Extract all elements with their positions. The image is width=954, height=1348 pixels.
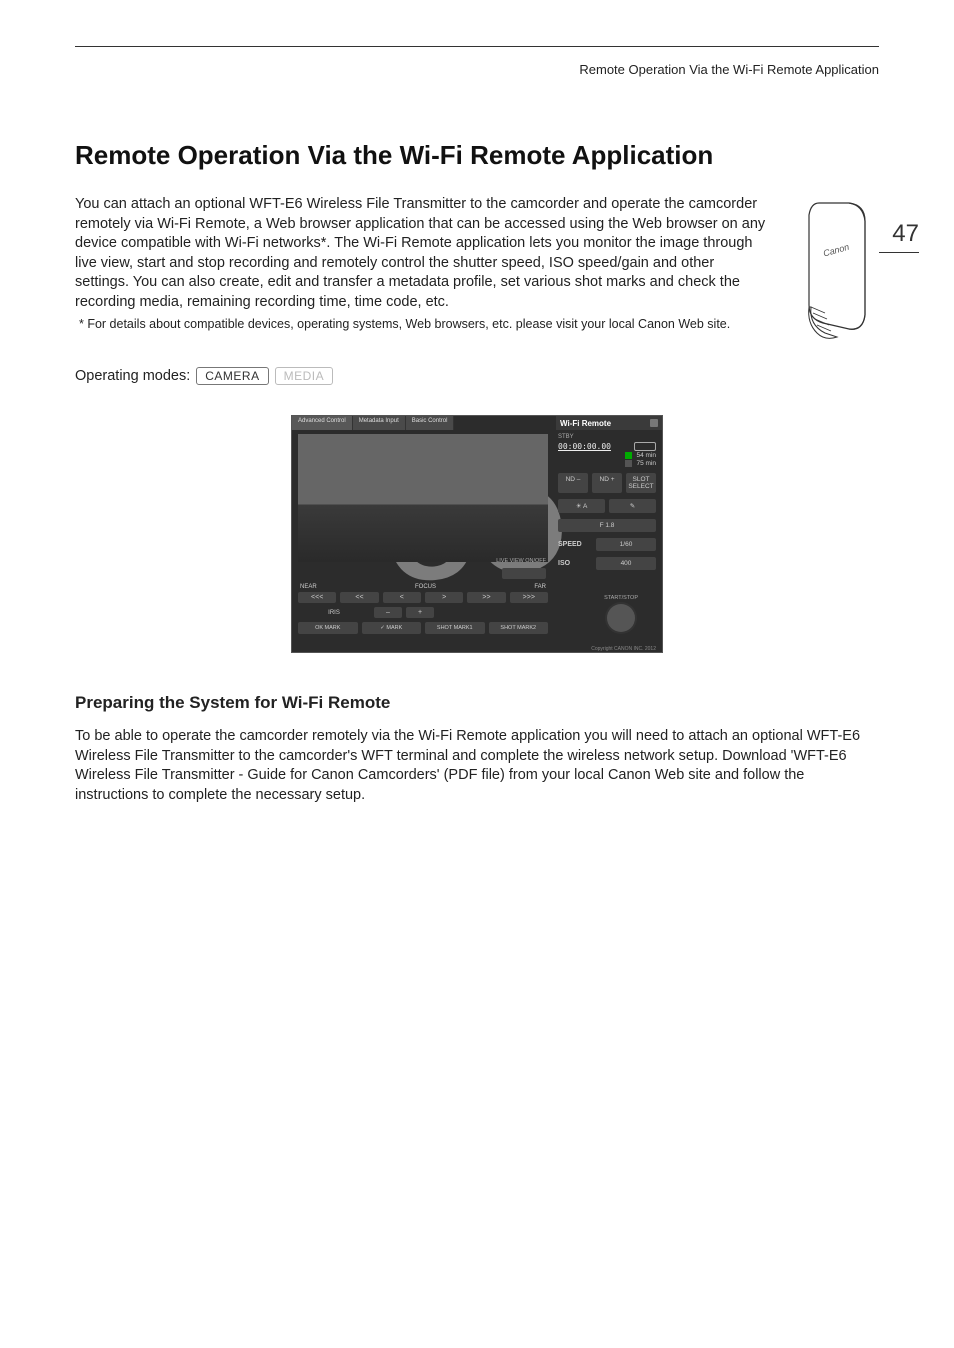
focus-far-1-button[interactable]: > — [425, 592, 463, 603]
wb-set-button[interactable]: ✎ — [609, 499, 656, 513]
focus-far-3-button[interactable]: >>> — [510, 592, 548, 603]
focus-labels: NEAR FOCUS FAR — [298, 584, 548, 592]
section-heading-preparing: Preparing the System for Wi-Fi Remote — [75, 693, 879, 713]
focus-far-label: FAR — [534, 584, 546, 590]
content: Remote Operation Via the Wi-Fi Remote Ap… — [75, 140, 879, 805]
tab-basic-control[interactable]: Basic Control — [406, 416, 455, 430]
iris-minus-button[interactable]: – — [374, 607, 402, 618]
remote-copyright: Copyright CANON INC. 2012 — [591, 646, 656, 652]
focus-buttons: <<< << < > >> >>> — [298, 592, 548, 603]
iso-button[interactable]: 400 — [596, 557, 656, 570]
speed-button[interactable]: 1/60 — [596, 538, 656, 551]
mark-row: OK MARK ✓ MARK SHOT MARK1 SHOT MARK2 — [298, 622, 548, 634]
focus-near-label: NEAR — [300, 584, 317, 590]
svg-text:Canon: Canon — [822, 242, 850, 259]
mode-media-badge: MEDIA — [275, 367, 334, 385]
timecode-value: 00:00:00.00 — [558, 442, 611, 451]
remote-title: Wi-Fi Remote — [560, 419, 611, 428]
mode-camera-badge: CAMERA — [196, 367, 268, 385]
page-number: 47 — [879, 220, 919, 248]
page-title: Remote Operation Via the Wi-Fi Remote Ap… — [75, 140, 879, 171]
remote-controls: LIVE VIEW ON/OFF NEAR FOCUS FAR <<< << <… — [298, 584, 548, 634]
slot-b-icon — [625, 460, 632, 467]
live-view-area — [298, 434, 548, 562]
running-header: Remote Operation Via the Wi-Fi Remote Ap… — [579, 62, 879, 77]
focus-near-1-button[interactable]: < — [383, 592, 421, 603]
operating-modes-label: Operating modes: — [75, 368, 190, 384]
check-mark-button[interactable]: ✓ MARK — [362, 622, 422, 634]
page: Remote Operation Via the Wi-Fi Remote Ap… — [0, 0, 954, 1348]
focus-center-label: FOCUS — [415, 584, 436, 590]
iris-row: IRIS – + — [298, 607, 548, 618]
remote-title-bar: Wi-Fi Remote — [556, 416, 662, 430]
status-text: STBY — [558, 434, 656, 440]
remote-main-panel: LIVE VIEW ON/OFF NEAR FOCUS FAR <<< << <… — [292, 430, 554, 642]
ok-mark-button[interactable]: OK MARK — [298, 622, 358, 634]
remote-side-panel: STBY 00:00:00.00 54 min 75 min ND – ND +… — [552, 430, 662, 642]
slot-a-remaining: 54 min — [636, 452, 656, 459]
footnote: * For details about compatible devices, … — [75, 316, 771, 332]
shot-mark1-button[interactable]: SHOT MARK1 — [425, 622, 485, 634]
aperture-button[interactable]: F 1.8 — [558, 519, 656, 532]
wb-a-button[interactable]: ☀ A — [558, 499, 605, 513]
top-rule — [75, 46, 879, 47]
slot-a-icon — [625, 452, 632, 459]
tab-metadata-input[interactable]: Metadata Input — [353, 416, 406, 430]
battery-icon — [634, 442, 656, 451]
page-number-block: 47 — [879, 220, 919, 253]
focus-far-2-button[interactable]: >> — [467, 592, 505, 603]
speed-label: SPEED — [558, 538, 592, 551]
tab-advanced-control[interactable]: Advanced Control — [292, 416, 353, 430]
nd-minus-button[interactable]: ND – — [558, 473, 588, 493]
intro-paragraph: You can attach an optional WFT-E6 Wirele… — [75, 195, 771, 312]
iso-label: ISO — [558, 557, 592, 570]
live-view-label: LIVE VIEW ON/OFF — [496, 558, 546, 564]
slot-select-button[interactable]: SLOT SELECT — [626, 473, 656, 493]
focus-near-2-button[interactable]: << — [340, 592, 378, 603]
wifi-remote-screenshot: CO Advanced Control Metadata Input Basic… — [291, 415, 663, 653]
intro-row: You can attach an optional WFT-E6 Wirele… — [75, 195, 879, 345]
slot-b-remaining: 75 min — [636, 460, 656, 467]
iris-label: IRIS — [298, 610, 370, 616]
focus-near-3-button[interactable]: <<< — [298, 592, 336, 603]
iris-plus-button[interactable]: + — [406, 607, 434, 618]
shot-mark2-button[interactable]: SHOT MARK2 — [489, 622, 549, 634]
section-body-preparing: To be able to operate the camcorder remo… — [75, 727, 879, 805]
operating-modes-row: Operating modes: CAMERA MEDIA — [75, 367, 879, 385]
live-view-toggle[interactable] — [502, 568, 546, 579]
transmitter-illustration: Canon — [789, 195, 879, 345]
nd-plus-button[interactable]: ND + — [592, 473, 622, 493]
lock-icon[interactable] — [650, 419, 658, 427]
